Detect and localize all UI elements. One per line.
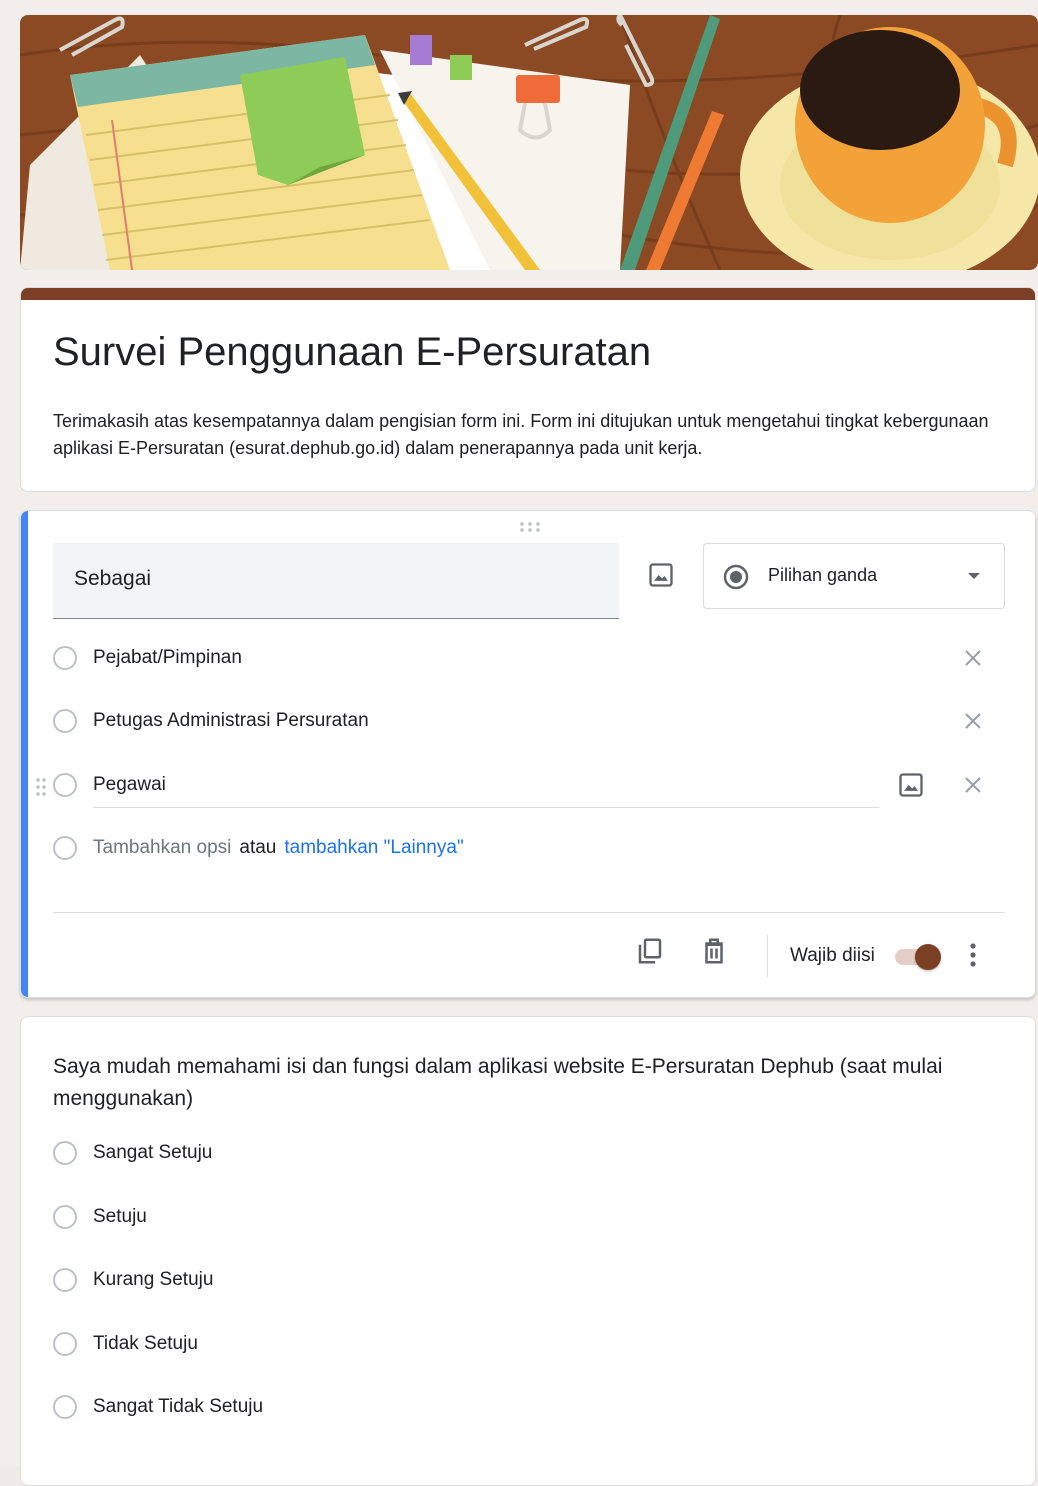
option-label[interactable]: Pejabat/Pimpinan — [93, 647, 242, 669]
required-label: Wajib diisi — [790, 945, 875, 966]
form-title[interactable]: Survei Penggunaan E-Persuratan — [53, 330, 651, 375]
radio-icon — [53, 1332, 77, 1356]
or-label: atau — [239, 837, 277, 858]
radio-icon — [53, 1205, 77, 1229]
image-icon[interactable] — [897, 771, 925, 799]
image-icon[interactable] — [647, 561, 675, 589]
question-footer-divider — [53, 912, 1005, 913]
question-type-label: Pilihan ganda — [768, 565, 878, 585]
toggle-thumb — [915, 944, 941, 970]
close-icon[interactable] — [961, 709, 985, 733]
drag-handle-icon[interactable] — [35, 777, 47, 797]
option-row[interactable]: Sangat Tidak Setuju — [53, 1389, 1003, 1429]
close-icon[interactable] — [961, 646, 985, 670]
option-row[interactable]: Petugas Administrasi Persuratan — [53, 703, 1003, 743]
arrow-drop-down-icon — [968, 573, 980, 579]
option-row[interactable]: Sangat Setuju — [53, 1135, 1003, 1175]
option-row[interactable]: Pejabat/Pimpinan — [53, 640, 1003, 680]
form-description[interactable]: Terimakasih atas kesempatannya dalam pen… — [53, 408, 993, 462]
active-question-indicator — [21, 511, 28, 997]
close-icon[interactable] — [961, 773, 985, 797]
radio-icon — [53, 1268, 77, 1292]
option-input-underline — [93, 807, 879, 808]
option-row[interactable]: Kurang Setuju — [53, 1262, 1003, 1302]
form-title-card[interactable]: Survei Penggunaan E-Persuratan Terimakas… — [20, 287, 1036, 492]
add-other-link[interactable]: tambahkan "Lainnya" — [284, 837, 463, 858]
question-title: Saya mudah memahami isi dan fungsi dalam… — [53, 1055, 943, 1110]
option-row[interactable]: Tidak Setuju — [53, 1326, 1003, 1366]
form-editor-page: Survei Penggunaan E-Persuratan Terimakas… — [0, 0, 1038, 1486]
option-row[interactable]: Setuju — [53, 1199, 1003, 1239]
radio-icon — [53, 709, 77, 733]
add-option-row: Tambahkan opsi atau tambahkan "Lainnya" — [53, 830, 1003, 870]
add-option-group: Tambahkan opsi atau tambahkan "Lainnya" — [93, 837, 464, 859]
trash-icon[interactable] — [699, 936, 729, 966]
radio-icon — [53, 836, 77, 860]
option-label[interactable]: Petugas Administrasi Persuratan — [93, 710, 369, 732]
question-type-dropdown[interactable]: Pilihan ganda — [703, 543, 1005, 609]
theme-color-bar — [21, 288, 1035, 300]
option-label: Sangat Setuju — [93, 1142, 213, 1163]
add-option-input[interactable]: Tambahkan opsi — [93, 837, 231, 858]
radio-icon — [53, 1141, 77, 1165]
radio-icon — [53, 646, 77, 670]
copy-icon[interactable] — [635, 936, 665, 966]
option-label[interactable]: Pegawai — [93, 774, 166, 796]
radio-icon — [53, 773, 77, 797]
option-label: Tidak Setuju — [93, 1333, 198, 1354]
radio-button-checked-icon — [723, 564, 749, 590]
question-title-text: Sebagai — [74, 567, 152, 590]
radio-icon — [53, 1395, 77, 1419]
option-label: Setuju — [93, 1206, 147, 1227]
option-label: Kurang Setuju — [93, 1269, 214, 1290]
option-label: Sangat Tidak Setuju — [93, 1396, 264, 1417]
option-row[interactable]: Pegawai — [36, 767, 1003, 808]
required-toggle[interactable] — [895, 944, 943, 970]
question-title-input[interactable]: Sebagai — [53, 543, 619, 619]
more-vert-icon[interactable] — [967, 941, 979, 969]
drag-handle-icon[interactable] — [518, 521, 542, 533]
header-banner-image — [20, 15, 1038, 270]
question-card-active[interactable]: Sebagai Pilihan ganda Pejabat/Pimpinan P… — [20, 510, 1036, 998]
footer-separator — [767, 935, 768, 977]
question-card[interactable]: Saya mudah memahami isi dan fungsi dalam… — [20, 1016, 1036, 1486]
